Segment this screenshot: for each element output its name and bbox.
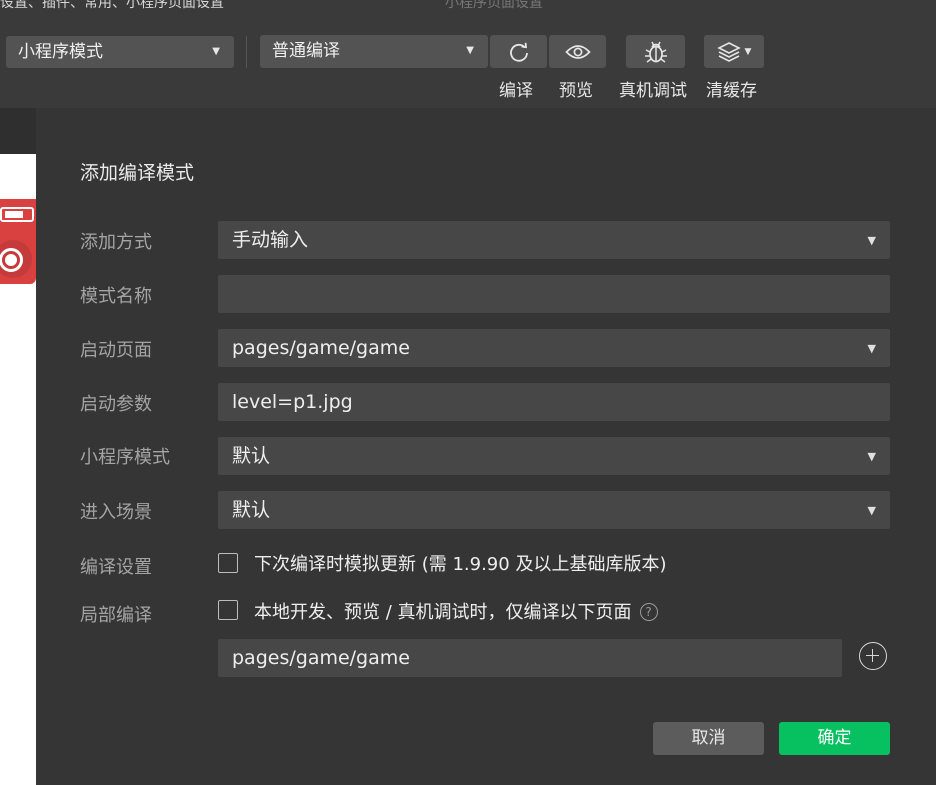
chevron-down-icon: ▼ bbox=[867, 504, 876, 517]
partial-compile-text-wrap: 本地开发、预览 / 真机调试时，仅编译以下页面? bbox=[254, 598, 658, 624]
clear-cache-label: 清缓存 bbox=[706, 81, 757, 101]
partial-page-value: pages/game/game bbox=[232, 647, 410, 669]
chevron-down-icon: ▼ bbox=[466, 45, 474, 56]
scene-select[interactable]: 默认 ▼ bbox=[218, 491, 890, 529]
compile-mode-value: 普通编译 bbox=[272, 41, 340, 61]
add-method-value: 手动输入 bbox=[232, 229, 309, 251]
scene-value: 默认 bbox=[232, 499, 271, 521]
compile-settings-label: 编译设置 bbox=[80, 557, 152, 578]
chevron-down-icon: ▼ bbox=[867, 234, 876, 247]
window-title-right: 小程序页面设置 bbox=[445, 0, 543, 11]
refresh-icon bbox=[509, 42, 528, 62]
chevron-down-icon: ▼ bbox=[867, 342, 876, 355]
chevron-down-icon: ▼ bbox=[744, 46, 752, 57]
window-title-strip: 设置、插件、常用、小程序页面设置 小程序页面设置 bbox=[0, 0, 936, 16]
start-page-label: 启动页面 bbox=[80, 340, 152, 361]
partial-page-input[interactable]: pages/game/game bbox=[218, 639, 842, 677]
start-params-value: level=p1.jpg bbox=[232, 391, 353, 413]
compile-mode-select[interactable]: 普通编译 ▼ bbox=[260, 35, 488, 68]
chevron-down-icon: ▼ bbox=[212, 46, 220, 57]
start-params-label: 启动参数 bbox=[80, 394, 152, 415]
confirm-button[interactable]: 确定 bbox=[779, 722, 890, 755]
top-toolbar: 设置、插件、常用、小程序页面设置 小程序页面设置 小程序模式 ▼ 普通编译 ▼ bbox=[0, 0, 936, 108]
mode-name-input[interactable] bbox=[218, 275, 890, 313]
bug-icon bbox=[644, 41, 667, 63]
chevron-down-icon: ▼ bbox=[867, 450, 876, 463]
partial-compile-text: 本地开发、预览 / 真机调试时，仅编译以下页面 bbox=[254, 602, 632, 623]
simulate-update-text: 下次编译时模拟更新 (需 1.9.90 及以上基础库版本) bbox=[254, 554, 667, 575]
mp-mode-value: 默认 bbox=[232, 445, 271, 467]
clear-cache-button[interactable]: ▼ bbox=[704, 35, 764, 68]
mode-name-label: 模式名称 bbox=[80, 286, 152, 307]
add-page-button[interactable] bbox=[859, 642, 887, 670]
compile-label: 编译 bbox=[499, 81, 533, 101]
preview-label: 预览 bbox=[559, 81, 593, 101]
start-page-value: pages/game/game bbox=[232, 337, 410, 359]
help-icon[interactable]: ? bbox=[639, 603, 658, 621]
mode-select[interactable]: 小程序模式 ▼ bbox=[6, 36, 234, 68]
start-page-select[interactable]: pages/game/game ▼ bbox=[218, 329, 890, 367]
eye-icon bbox=[564, 44, 591, 59]
mode-select-value: 小程序模式 bbox=[18, 42, 103, 62]
partial-compile-checkbox[interactable] bbox=[218, 600, 238, 620]
remote-debug-label: 真机调试 bbox=[619, 81, 687, 101]
toolbar-divider bbox=[246, 36, 247, 68]
add-method-label: 添加方式 bbox=[80, 232, 152, 253]
mp-mode-select[interactable]: 默认 ▼ bbox=[218, 437, 890, 475]
window-title-left: 设置、插件、常用、小程序页面设置 bbox=[0, 0, 224, 11]
start-params-input[interactable]: level=p1.jpg bbox=[218, 383, 890, 421]
background-panel bbox=[0, 108, 36, 154]
preview-button[interactable] bbox=[549, 35, 606, 68]
add-compile-mode-dialog: 添加编译模式 添加方式 手动输入 ▼ 模式名称 启动页面 pages/game/… bbox=[36, 108, 936, 785]
layers-icon bbox=[716, 41, 741, 62]
compile-button[interactable] bbox=[490, 35, 547, 68]
partial-compile-label: 局部编译 bbox=[80, 605, 152, 626]
scene-label: 进入场景 bbox=[80, 502, 152, 523]
cancel-button[interactable]: 取消 bbox=[653, 722, 764, 755]
mp-mode-label: 小程序模式 bbox=[80, 447, 170, 468]
battery-icon bbox=[0, 207, 34, 222]
dialog-title: 添加编译模式 bbox=[80, 162, 195, 184]
add-method-select[interactable]: 手动输入 ▼ bbox=[218, 221, 890, 259]
simulate-update-checkbox[interactable] bbox=[218, 553, 238, 573]
remote-debug-button[interactable] bbox=[626, 35, 685, 68]
